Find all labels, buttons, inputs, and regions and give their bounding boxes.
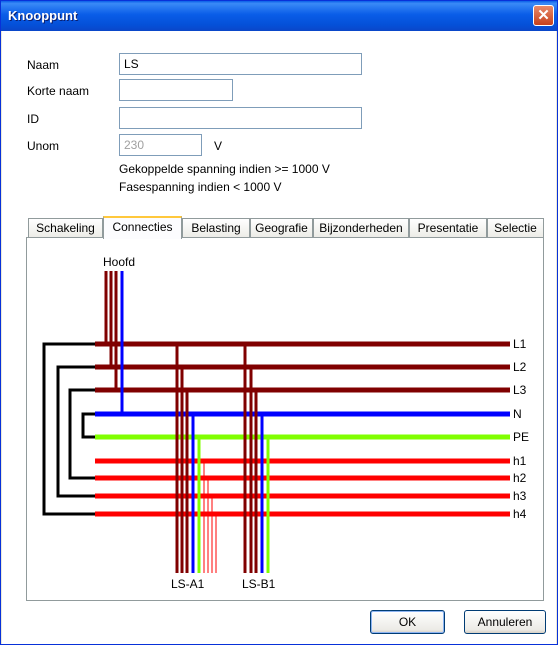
title-bar[interactable]: Knooppunt ✕ [1,1,557,31]
window-title: Knooppunt [8,8,78,23]
tab-geografie[interactable]: Geografie [250,218,313,238]
naam-label: Naam [27,58,60,72]
feeder-label-hoofd: Hoofd [103,255,135,269]
tab-strip: Schakeling Connecties Belasting Geografi… [1,216,558,239]
link-lines [42,342,95,516]
bus-label-pe: PE [513,430,529,444]
link-n-pe [81,412,95,439]
bus-label-n: N [513,407,522,421]
connecties-panel: Hoofd LS-A1 LS-B1 L1 L2 L3 N PE h1 h2 h3… [26,237,544,601]
bus-label-l3: L3 [513,383,527,397]
naam-input[interactable]: LS [119,53,362,75]
bus-label-h3: h3 [513,489,527,503]
cancel-button[interactable]: Annuleren [464,610,546,634]
close-icon[interactable]: ✕ [533,5,554,26]
bus-label-h1: h1 [513,454,527,468]
tab-presentatie[interactable]: Presentatie [409,218,487,238]
feeder-label-ls-a1: LS-A1 [171,577,205,591]
tab-connecties[interactable]: Connecties [103,216,182,239]
knooppunt-dialog: Knooppunt ✕ Naam LS Korte naam ID Unom 2… [0,0,558,645]
bus-label-l1: L1 [513,337,527,351]
tab-bijzonderheden[interactable]: Bijzonderheden [313,218,409,238]
unom-label: Unom [27,139,60,153]
tab-belasting[interactable]: Belasting [182,218,250,238]
busbars [95,341,510,517]
bus-labels: L1 L2 L3 N PE h1 h2 h3 h4 [513,337,529,521]
id-input[interactable] [119,107,362,129]
connection-diagram: Hoofd LS-A1 LS-B1 L1 L2 L3 N PE h1 h2 h3… [42,255,529,591]
voltage-note-phase: Fasespanning indien < 1000 V [119,180,282,194]
tab-selectie[interactable]: Selectie [487,218,544,238]
feeder-label-ls-b1: LS-B1 [242,577,276,591]
id-label: ID [27,112,39,126]
ok-button[interactable]: OK [370,610,445,634]
bus-label-h2: h2 [513,471,527,485]
korte-naam-input[interactable] [119,79,233,101]
unom-unit: V [214,139,223,153]
bus-label-l2: L2 [513,360,527,374]
korte-naam-label: Korte naam [27,84,90,98]
voltage-note-line: Gekoppelde spanning indien >= 1000 V [119,162,330,176]
bus-label-h4: h4 [513,507,527,521]
tab-schakeling[interactable]: Schakeling [28,218,103,238]
unom-input[interactable]: 230 [119,134,202,156]
